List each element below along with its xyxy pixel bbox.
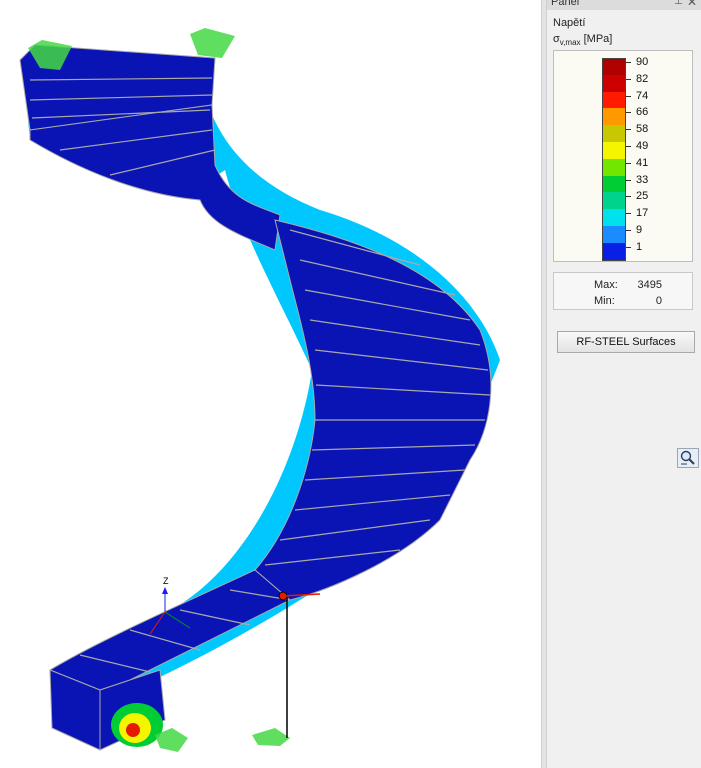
rf-steel-surfaces-button[interactable]: RF-STEEL Surfaces — [557, 331, 695, 353]
max-label: Max: — [594, 279, 618, 291]
legend-swatch — [602, 226, 626, 244]
legend-value: 1 — [636, 240, 643, 253]
legend-swatch — [602, 158, 626, 177]
legend-tick — [626, 179, 631, 181]
legend-value: 41 — [636, 156, 649, 169]
legend-tick — [626, 78, 631, 80]
legend-value: 90 — [636, 56, 649, 68]
legend-swatch — [602, 125, 626, 143]
close-icon[interactable]: ✕ — [687, 0, 697, 9]
extreme-values: Max: 3495 Min: 0 — [553, 272, 693, 310]
legend-tick — [626, 112, 631, 114]
legend-tick — [626, 213, 631, 215]
results-panel: Panel ⊥ ✕ Napětí σv,max [MPa] 90 82 74 66 58… — [547, 0, 701, 768]
legend-value: 33 — [636, 173, 649, 186]
legend-value: 74 — [636, 89, 649, 102]
legend-tick — [626, 230, 631, 231]
quantity-unit: [MPa] — [583, 33, 613, 45]
legend-tick — [626, 196, 631, 198]
support-bottom-right — [252, 728, 290, 746]
max-value: 3495 — [637, 279, 662, 291]
pin-icon[interactable]: ⊥ — [674, 0, 683, 7]
z-axis-arrow — [162, 587, 168, 594]
min-label: Min: — [594, 295, 615, 307]
legend-swatch — [602, 58, 626, 76]
legend-swatch — [602, 209, 626, 227]
panel-header: Panel ⊥ ✕ — [547, 0, 701, 10]
legend-swatch — [602, 192, 626, 210]
spiral-staircase-model: Z — [19, 28, 500, 752]
legend-value: 58 — [636, 123, 649, 136]
panel-title: Panel — [551, 0, 580, 8]
result-type-label: Napětí — [553, 17, 586, 29]
model-viewport[interactable]: Z — [0, 0, 541, 768]
legend-tick — [626, 62, 631, 63]
stress-hotspot-inner — [126, 723, 140, 737]
legend-value: 9 — [636, 224, 643, 236]
legend-value: 66 — [636, 106, 649, 119]
legend-tick — [626, 129, 631, 131]
quantity-symbol: σ — [553, 33, 560, 45]
quantity-label: σv,max [MPa] — [553, 33, 612, 47]
support-top-right — [190, 28, 235, 58]
legend-swatch — [602, 242, 626, 261]
legend-swatch — [602, 74, 626, 93]
legend-value: 25 — [636, 190, 649, 203]
legend-tick — [626, 95, 631, 97]
legend-value: 49 — [636, 140, 649, 152]
min-value: 0 — [655, 295, 662, 307]
z-axis-label: Z — [163, 576, 169, 586]
legend-swatch — [602, 108, 626, 126]
legend-tick — [626, 146, 631, 147]
legend-swatch — [602, 142, 626, 160]
legend-swatch-bottom — [602, 259, 626, 261]
magnifier-icon[interactable] — [677, 448, 699, 468]
legend-swatch — [602, 91, 626, 109]
legend-tick — [626, 162, 631, 164]
legend-swatch — [602, 175, 626, 193]
color-legend[interactable]: 90 82 74 66 58 49 41 33 25 17 9 1 — [553, 50, 693, 262]
quantity-subscript: v,max — [559, 38, 581, 48]
legend-value: 82 — [636, 72, 649, 85]
legend-tick — [626, 246, 631, 248]
legend-value: 17 — [636, 207, 649, 220]
